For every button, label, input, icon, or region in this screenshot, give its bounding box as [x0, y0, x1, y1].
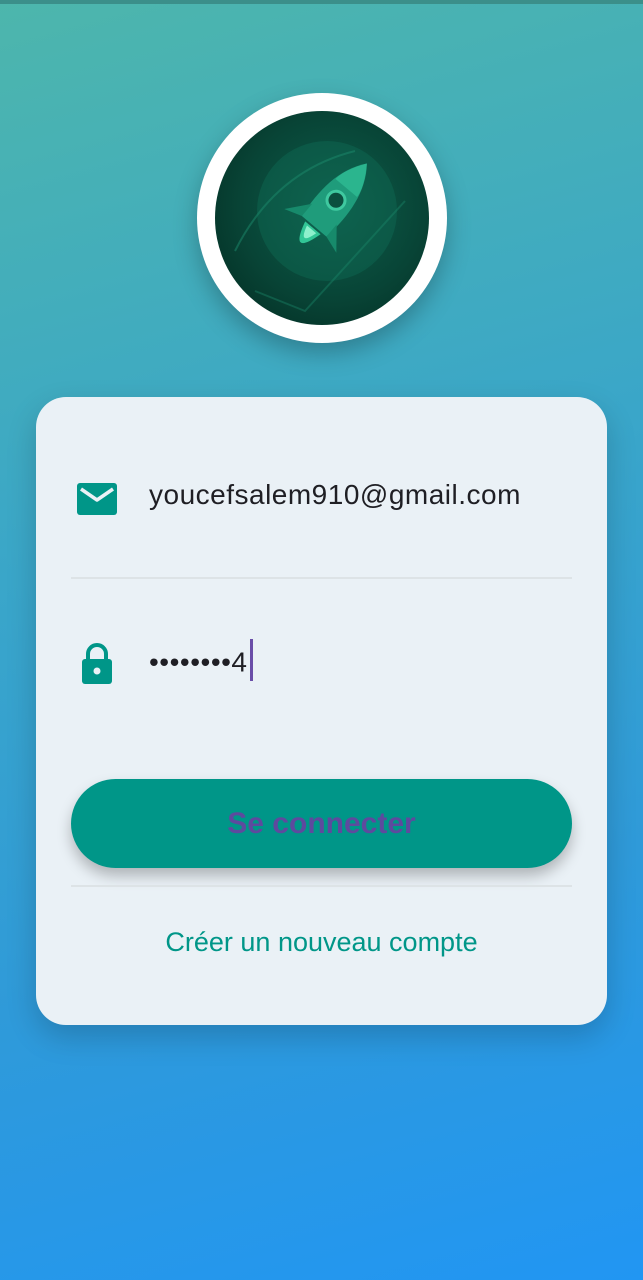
lock-icon	[75, 641, 119, 685]
button-divider	[71, 885, 572, 887]
logo-frame	[197, 93, 447, 343]
password-input[interactable]: ••••••••4	[149, 639, 253, 685]
login-button[interactable]: Se connecter	[71, 779, 572, 868]
field-divider	[71, 577, 572, 579]
email-input[interactable]: youcefsalem910@gmail.com	[149, 479, 521, 511]
text-cursor	[249, 639, 253, 681]
login-card: youcefsalem910@gmail.com ••••••••4 Se co…	[36, 397, 607, 1025]
email-field[interactable]: youcefsalem910@gmail.com	[71, 457, 572, 537]
create-account-link[interactable]: Créer un nouveau compte	[36, 927, 607, 958]
mail-icon	[75, 477, 119, 521]
password-field[interactable]: ••••••••4	[71, 621, 572, 701]
password-value: ••••••••4	[149, 646, 248, 678]
rocket-logo-icon	[215, 111, 429, 325]
status-bar-strip	[0, 0, 643, 4]
